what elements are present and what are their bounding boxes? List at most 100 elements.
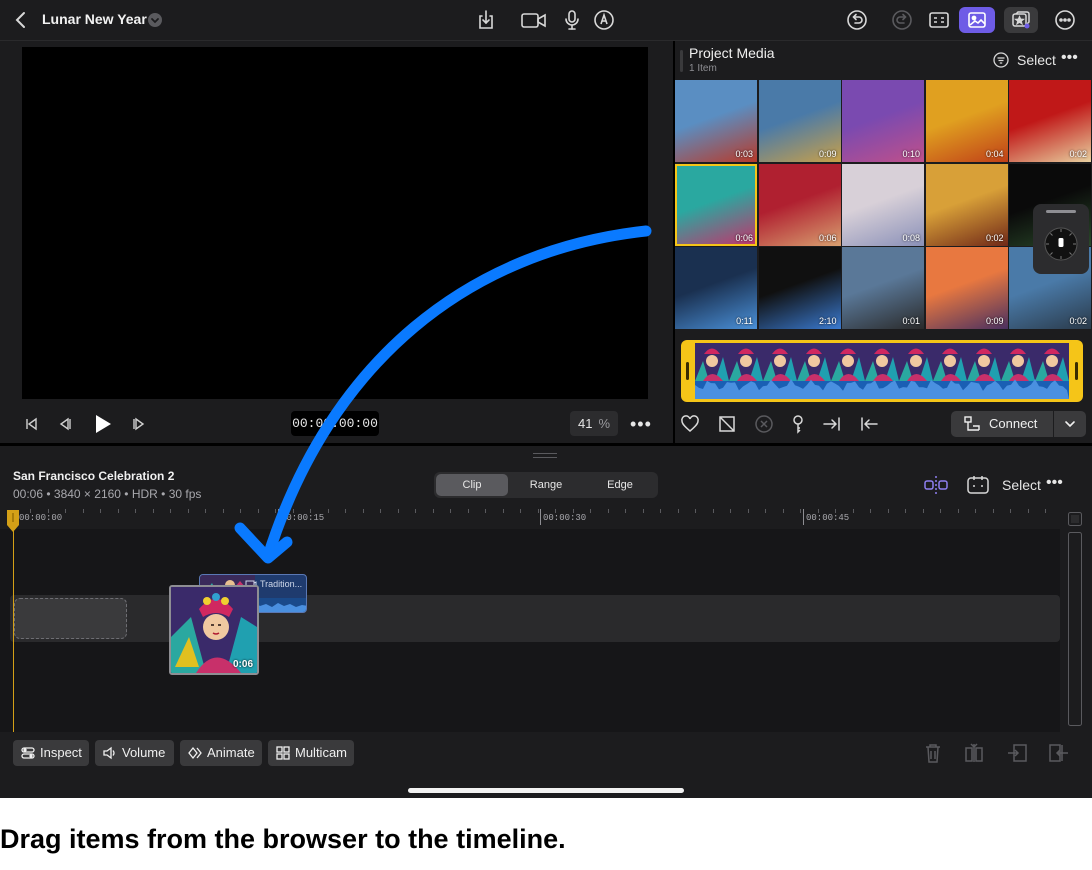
export-icon[interactable] [474, 8, 498, 32]
mode-edge[interactable]: Edge [584, 474, 656, 496]
step-forward-icon[interactable] [132, 417, 146, 436]
timeline-more-button[interactable]: ••• [1046, 474, 1063, 492]
split-icon[interactable] [963, 742, 985, 764]
ruler-minor-tick [415, 509, 416, 513]
timeline-select-button[interactable]: Select [1002, 477, 1041, 493]
mode-clip[interactable]: Clip [436, 474, 508, 496]
playhead-handle[interactable] [6, 509, 20, 533]
project-title[interactable]: Lunar New Year [42, 11, 147, 27]
scrub-dial-card[interactable] [1033, 204, 1089, 274]
play-icon[interactable] [94, 414, 112, 439]
multicam-button[interactable]: Multicam [268, 740, 354, 766]
clip-appearance-icon[interactable] [965, 474, 991, 496]
volume-button[interactable]: Volume [95, 740, 174, 766]
ruler-minor-tick [328, 509, 329, 513]
thumbnail-duration: 0:09 [818, 149, 837, 159]
timecode-display[interactable]: 00:00:00:00 [291, 411, 379, 436]
panel-divider[interactable] [0, 443, 1092, 446]
browser-select-button[interactable]: Select [1017, 52, 1056, 68]
pen-icon[interactable] [592, 8, 616, 32]
media-thumbnail[interactable]: 0:04 [925, 80, 1008, 162]
filmstrip-frame [967, 343, 1001, 381]
media-thumbnail[interactable]: 2:10 [758, 247, 841, 329]
clear-rating-icon[interactable] [754, 414, 774, 434]
filmstrip-frame [831, 343, 865, 381]
back-chevron-icon[interactable] [10, 8, 34, 32]
sticker-button[interactable] [1004, 7, 1038, 33]
reject-icon[interactable] [717, 414, 737, 434]
jog-dial-icon[interactable] [1043, 226, 1079, 262]
ruler-minor-tick [643, 509, 644, 513]
media-thumbnail[interactable]: 0:06 [758, 163, 841, 246]
media-thumbnail[interactable]: 0:08 [842, 163, 924, 246]
dragged-thumbnail[interactable]: 0:06 [169, 585, 259, 675]
top-bar: Lunar New Year [0, 0, 1092, 41]
browser-grip-handle[interactable] [680, 50, 683, 72]
ruler-minor-tick [118, 509, 119, 513]
mark-in-icon[interactable] [822, 414, 842, 434]
ruler-minor-tick [1028, 509, 1029, 513]
step-back-icon[interactable] [58, 417, 72, 436]
replace-icon[interactable] [1048, 742, 1070, 764]
filter-icon[interactable] [993, 52, 1009, 68]
volume-label: Volume [122, 745, 166, 760]
detach-icon[interactable] [1006, 742, 1028, 764]
primary-storyline-track[interactable] [10, 595, 1060, 642]
media-thumbnail[interactable]: 0:02 [1009, 80, 1091, 162]
mark-out-icon[interactable] [859, 414, 879, 434]
filmstrip-waveform [695, 379, 1069, 399]
timeline-ruler[interactable] [0, 505, 1060, 529]
inspector-icon[interactable] [927, 8, 951, 32]
camera-icon[interactable] [520, 8, 548, 32]
microphone-icon[interactable] [560, 8, 584, 32]
snapping-icon[interactable] [923, 474, 949, 496]
animate-button[interactable]: Animate [180, 740, 262, 766]
ruler-minor-tick [188, 509, 189, 513]
media-thumbnail[interactable]: 0:03 [675, 80, 757, 162]
media-thumbnail[interactable]: 0:06 [675, 163, 757, 246]
video-viewer[interactable] [22, 47, 648, 399]
media-thumbnail[interactable]: 0:11 [675, 247, 757, 329]
trim-handle-right[interactable] [1075, 362, 1078, 380]
animate-label: Animate [207, 745, 255, 760]
ruler-minor-tick [660, 509, 661, 513]
thumbnail-duration: 0:02 [1069, 316, 1087, 326]
selected-clip-filmstrip[interactable] [681, 340, 1083, 402]
speaker-icon [103, 746, 115, 760]
more-icon[interactable] [1053, 8, 1077, 32]
browser-more-button[interactable]: ••• [1061, 49, 1078, 67]
connect-options-button[interactable] [1054, 411, 1086, 437]
drop-target-placeholder [14, 598, 127, 639]
trash-icon[interactable] [922, 742, 944, 764]
connect-button[interactable]: Connect [951, 411, 1053, 437]
media-thumbnail[interactable]: 0:01 [842, 247, 924, 329]
trim-handle-left[interactable] [686, 362, 689, 380]
playhead-line[interactable] [13, 510, 14, 732]
resize-grip-handle[interactable] [533, 453, 557, 458]
filmstrip-frames [695, 343, 1069, 399]
photos-button[interactable] [959, 7, 995, 33]
media-thumbnail[interactable]: 0:09 [758, 80, 841, 162]
home-indicator[interactable] [408, 788, 684, 793]
redo-icon[interactable] [890, 8, 914, 32]
mode-range[interactable]: Range [510, 474, 582, 496]
viewer-zoom[interactable]: 41% [570, 411, 618, 436]
ruler-label-15: 00:00:15 [281, 513, 325, 523]
favorite-heart-icon[interactable] [680, 414, 700, 434]
viewer-more-button[interactable]: ••• [630, 414, 652, 435]
dial-grabber[interactable] [1046, 210, 1076, 213]
ruler-minor-tick [398, 509, 399, 513]
chevron-down-icon[interactable] [148, 13, 162, 27]
keyword-icon[interactable] [788, 414, 808, 434]
undo-icon[interactable] [845, 8, 869, 32]
ruler-minor-tick [748, 509, 749, 513]
ruler-minor-tick [345, 509, 346, 513]
media-thumbnail[interactable]: 0:10 [842, 80, 924, 162]
skip-to-start-icon[interactable] [24, 417, 38, 436]
media-thumbnail[interactable]: 0:09 [925, 247, 1008, 329]
inspect-button[interactable]: Inspect [13, 740, 89, 766]
ruler-minor-tick [83, 509, 84, 513]
thumbnail-duration: 0:06 [735, 232, 753, 243]
media-thumbnail[interactable]: 0:02 [925, 163, 1008, 246]
thumbnail-duration: 0:03 [735, 149, 753, 159]
